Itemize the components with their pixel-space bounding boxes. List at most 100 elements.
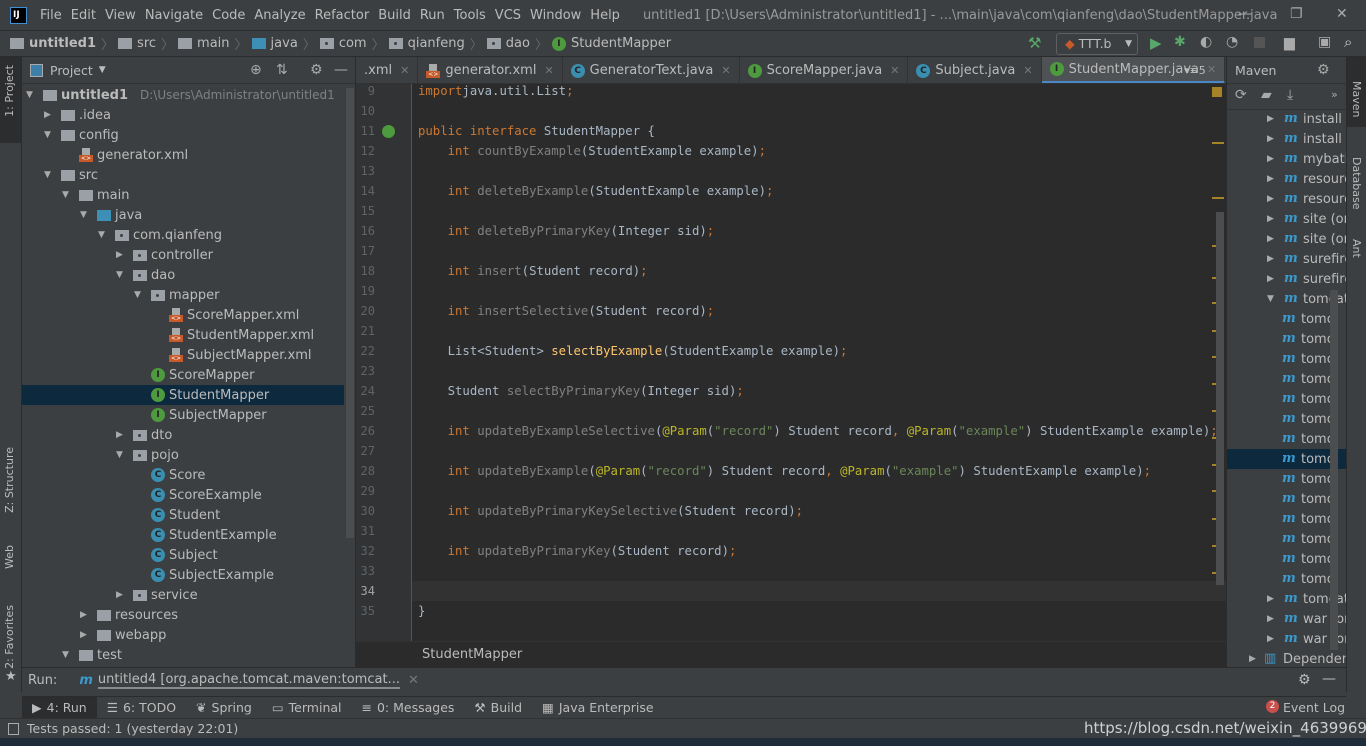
collapsed-arrow-icon[interactable]: ▶ — [116, 430, 123, 440]
maven-item[interactable]: ▶ m install (o — [1227, 109, 1346, 129]
database-tool-tab[interactable]: Database — [1350, 157, 1363, 210]
tool-window-terminal[interactable]: ▭ Terminal — [262, 697, 352, 719]
tree-item[interactable]: I StudentMapper — [22, 385, 344, 405]
maven-item[interactable]: m tomc — [1227, 489, 1346, 509]
collapsed-arrow-icon[interactable]: ▶ — [1267, 214, 1274, 224]
project-structure-icon[interactable]: ▆ — [1284, 35, 1295, 51]
analysis-status-icon[interactable] — [1212, 87, 1222, 97]
reload-icon[interactable]: ⟳ — [1235, 87, 1247, 103]
menu-view[interactable]: View — [105, 8, 136, 23]
run-icon[interactable]: ▶ — [1150, 34, 1162, 52]
maven-item[interactable]: m tomc — [1227, 529, 1346, 549]
more-icon[interactable]: » — [1331, 88, 1338, 101]
tree-item[interactable]: I ScoreMapper — [22, 365, 344, 385]
tree-item[interactable]: C ScoreExample — [22, 485, 344, 505]
maven-item[interactable]: ▶ m surefire — [1227, 249, 1346, 269]
expanded-arrow-icon[interactable]: ▼ — [44, 170, 51, 180]
minimize-icon[interactable]: — — [1322, 671, 1336, 687]
project-view-selector[interactable]: Project — [50, 63, 93, 78]
collapsed-arrow-icon[interactable]: ▶ — [1249, 654, 1256, 664]
menu-code[interactable]: Code — [212, 8, 245, 23]
expanded-arrow-icon[interactable]: ▼ — [26, 90, 33, 100]
chevron-down-icon[interactable]: ▼ — [99, 65, 106, 75]
collapsed-arrow-icon[interactable]: ▶ — [1267, 594, 1274, 604]
tree-item[interactable]: C Student — [22, 505, 344, 525]
tree-item[interactable]: generator.xml — [22, 145, 344, 165]
tree-item[interactable]: SubjectMapper.xml — [22, 345, 344, 365]
maven-item[interactable]: ▶ m resourc — [1227, 169, 1346, 189]
collapsed-arrow-icon[interactable]: ▶ — [1267, 154, 1274, 164]
editor-breadcrumb[interactable]: StudentMapper — [356, 641, 1226, 667]
menu-help[interactable]: Help — [590, 8, 620, 23]
menu-vcs[interactable]: VCS — [495, 8, 521, 23]
expanded-arrow-icon[interactable]: ▼ — [134, 290, 141, 300]
collapsed-arrow-icon[interactable]: ▶ — [1267, 234, 1274, 244]
collapsed-arrow-icon[interactable]: ▶ — [1267, 614, 1274, 624]
maven-item[interactable]: ▶ m resourc — [1227, 189, 1346, 209]
tree-item[interactable]: ▶ webapp — [22, 625, 344, 645]
tree-item[interactable]: ▶ controller — [22, 245, 344, 265]
expanded-arrow-icon[interactable]: ▼ — [44, 130, 51, 140]
download-icon[interactable]: ⤓ — [1287, 87, 1293, 103]
minimize-button[interactable]: — — [1238, 6, 1252, 22]
collapsed-arrow-icon[interactable]: ▶ — [1267, 274, 1274, 284]
menu-run[interactable]: Run — [420, 8, 445, 23]
build-hammer-icon[interactable]: ⚒ — [1028, 34, 1041, 52]
maven-item[interactable]: ▶ m war (or — [1227, 609, 1346, 629]
locate-icon[interactable]: ⊕ — [250, 62, 262, 78]
tree-item[interactable]: ▶ resources — [22, 605, 344, 625]
tree-item[interactable]: ▼ dao — [22, 265, 344, 285]
close-tab-icon[interactable]: ✕ — [544, 64, 553, 77]
collapsed-arrow-icon[interactable]: ▶ — [1267, 134, 1274, 144]
menu-navigate[interactable]: Navigate — [145, 8, 203, 23]
implemented-marker-icon[interactable] — [382, 125, 395, 138]
tree-item[interactable]: ▼ test — [22, 645, 344, 665]
collapsed-arrow-icon[interactable]: ▶ — [80, 610, 87, 620]
editor-tab[interactable]: C Subject.java ✕ — [908, 57, 1042, 83]
expanded-arrow-icon[interactable]: ▼ — [98, 230, 105, 240]
maven-item[interactable]: m tomc — [1227, 569, 1346, 589]
tree-item[interactable]: C SubjectExample — [22, 565, 344, 585]
run-tab[interactable]: untitled4 [org.apache.tomcat.maven:tomca… — [97, 672, 400, 689]
tree-item[interactable]: ▼ java — [22, 205, 344, 225]
gear-icon[interactable]: ⚙ — [1317, 62, 1330, 78]
breadcrumb-item[interactable]: untitled1 〉 — [10, 34, 114, 53]
menu-analyze[interactable]: Analyze — [254, 8, 305, 23]
tree-item[interactable]: ScoreMapper.xml — [22, 305, 344, 325]
collapsed-arrow-icon[interactable]: ▶ — [116, 590, 123, 600]
maven-item[interactable]: m tomc — [1227, 469, 1346, 489]
editor-tab[interactable]: .xml ✕ — [356, 57, 419, 83]
restore-button[interactable]: ❐ — [1290, 6, 1303, 22]
maven-item[interactable]: ▶ m site (or — [1227, 229, 1346, 249]
menu-build[interactable]: Build — [378, 8, 411, 23]
maven-item[interactable]: ▶ m mybatis — [1227, 149, 1346, 169]
maven-item[interactable]: m tomc — [1227, 429, 1346, 449]
expanded-arrow-icon[interactable]: ▼ — [62, 650, 69, 660]
expanded-arrow-icon[interactable]: ▼ — [116, 270, 123, 280]
maven-item[interactable]: m tomc — [1227, 369, 1346, 389]
menu-edit[interactable]: Edit — [71, 8, 96, 23]
menu-window[interactable]: Window — [530, 8, 581, 23]
collapsed-arrow-icon[interactable]: ▶ — [116, 250, 123, 260]
close-tab-icon[interactable]: ✕ — [408, 673, 419, 688]
close-tab-icon[interactable]: ✕ — [400, 64, 409, 77]
collapsed-arrow-icon[interactable]: ▶ — [1267, 254, 1274, 264]
maven-item[interactable]: m tomc — [1227, 509, 1346, 529]
minimize-icon[interactable]: — — [334, 62, 348, 78]
tree-item[interactable]: C StudentExample — [22, 525, 344, 545]
breadcrumb-item[interactable]: java 〉 — [251, 34, 316, 53]
collapsed-arrow-icon[interactable]: ▶ — [44, 110, 51, 120]
tree-item[interactable]: ▼ mapper — [22, 285, 344, 305]
toggle-tool-windows-icon[interactable] — [8, 722, 19, 735]
tabs-overflow-icon[interactable]: ▾≡5 — [1184, 64, 1206, 77]
close-button[interactable]: ✕ — [1336, 6, 1348, 22]
editor-tab[interactable]: C GeneratorText.java ✕ — [563, 57, 740, 83]
maven-item[interactable]: ▶ m war (or — [1227, 629, 1346, 649]
editor-tab[interactable]: I ScoreMapper.java ✕ — [740, 57, 909, 83]
menu-refactor[interactable]: Refactor — [315, 8, 370, 23]
tree-item[interactable]: C Score — [22, 465, 344, 485]
maven-item[interactable]: m tomc — [1227, 309, 1346, 329]
debug-icon[interactable]: ✱ — [1174, 34, 1186, 50]
tool-window-list[interactable]: ☰ 6: TODO — [97, 697, 186, 719]
tree-item[interactable]: ▼ main — [22, 185, 344, 205]
